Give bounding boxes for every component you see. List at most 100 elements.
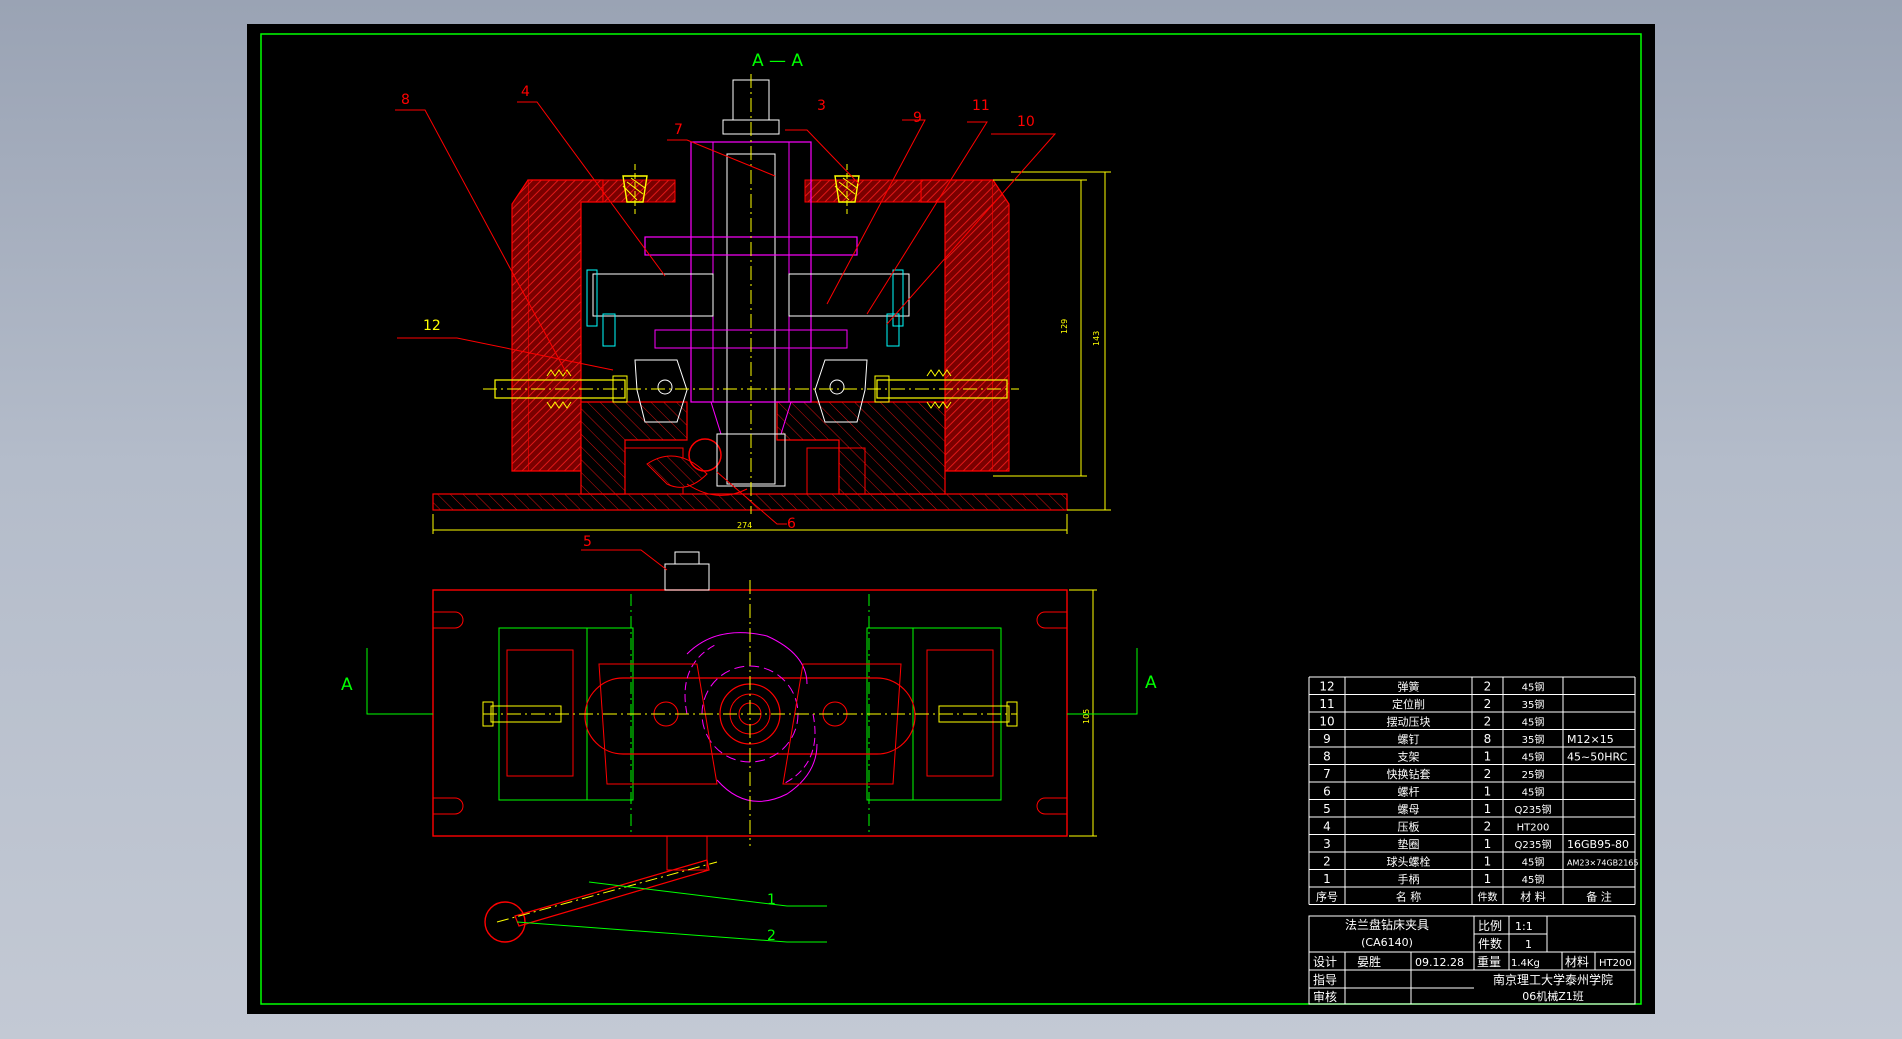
title-block: 法兰盘钻床夹具 (CA6140) 比例 1:1 件数 1 设计 晏胜 09.12… <box>1308 915 1636 1005</box>
school-name: 南京理工大学泰州学院 <box>1493 972 1613 987</box>
bom-row-qty: 2 <box>1484 680 1492 694</box>
balloon-5: 5 <box>583 534 592 550</box>
bom-row-remark: AM23×74GB2165 <box>1567 859 1638 868</box>
balloon-9: 9 <box>913 110 922 126</box>
guide-label: 指导 <box>1313 972 1337 987</box>
bom-row-material: 35钢 <box>1522 733 1545 746</box>
bom-row-name: 螺钉 <box>1398 733 1420 746</box>
bom-row-qty: 8 <box>1484 732 1492 746</box>
section-view: A — A 274 129 143 8 4 7 3 9 11 10 12 6 <box>395 51 1111 534</box>
balloon-2: 2 <box>767 928 776 944</box>
bom-row-no: 4 <box>1323 820 1331 834</box>
bom-row-material: Q235钢 <box>1515 803 1552 816</box>
count-label: 件数 <box>1478 936 1502 951</box>
bom-row-material: HT200 <box>1517 823 1550 834</box>
balloon-7: 7 <box>674 122 683 138</box>
bom-row-no: 7 <box>1323 767 1331 781</box>
bom-row-name: 定位削 <box>1392 697 1425 711</box>
bom-row-no: 12 <box>1319 680 1334 694</box>
bom-row-no: 8 <box>1323 750 1331 764</box>
section-title: A — A <box>752 51 803 71</box>
bom-row-material: 35钢 <box>1522 698 1545 711</box>
balloon-11: 11 <box>972 98 990 114</box>
bom-row-remark: M12×15 <box>1567 733 1614 746</box>
class-name: 06机械Z1班 <box>1522 989 1584 1003</box>
bom-row-qty: 2 <box>1484 767 1492 781</box>
bom-row-name: 螺母 <box>1398 803 1420 816</box>
bom-row-material: Q235钢 <box>1515 838 1552 851</box>
bom-row-no: 3 <box>1323 837 1331 851</box>
scale-value: 1:1 <box>1515 920 1533 933</box>
bom-row-name: 支架 <box>1398 751 1420 764</box>
bom-row-no: 10 <box>1319 715 1334 729</box>
balloon-10: 10 <box>1017 114 1035 130</box>
handle-assembly <box>484 835 718 943</box>
bom-row-no: 6 <box>1323 785 1331 799</box>
section-marker-left: A <box>341 675 353 695</box>
base-plate <box>432 493 1068 511</box>
bom-row-no: 11 <box>1319 697 1334 711</box>
bom-header-remark: 备 注 <box>1586 890 1612 904</box>
bom-row-material: 45钢 <box>1522 751 1545 764</box>
balloon-4: 4 <box>521 84 530 100</box>
count-value: 1 <box>1525 938 1532 951</box>
bom-header-material: 材 料 <box>1520 890 1546 904</box>
bom-row-remark: 45~50HRC <box>1567 751 1628 764</box>
drawing-sheet: A — A 274 129 143 8 4 7 3 9 11 10 12 6 5… <box>247 24 1655 1014</box>
bom-row-qty: 1 <box>1484 837 1492 851</box>
bom-row-no: 9 <box>1323 732 1331 746</box>
bom-row-name: 压板 <box>1398 820 1420 834</box>
bom-row-qty: 1 <box>1484 802 1492 816</box>
material-label: 材料 <box>1565 955 1589 969</box>
bom-header-qty: 件数 <box>1478 891 1498 904</box>
bom-row-name: 摆动压块 <box>1387 715 1431 729</box>
cad-drawing: A — A 274 129 143 8 4 7 3 9 11 10 12 6 5… <box>260 33 1642 1005</box>
bom-row-name: 弹簧 <box>1398 680 1420 694</box>
weight-label: 重量 <box>1477 955 1501 969</box>
bom-row-material: 45钢 <box>1522 716 1545 729</box>
bom-row-qty: 1 <box>1484 750 1492 764</box>
product-sub: (CA6140) <box>1361 936 1413 949</box>
balloon-1: 1 <box>767 892 776 908</box>
bom-row-qty: 1 <box>1484 855 1492 869</box>
dim-width: 274 <box>737 521 752 530</box>
balloon-6: 6 <box>787 516 796 532</box>
section-marker-right: A <box>1145 673 1157 693</box>
design-label: 设计 <box>1313 955 1337 969</box>
bom-row-name: 球头螺栓 <box>1387 855 1431 869</box>
bom-row-name: 快换钻套 <box>1387 767 1431 781</box>
dim-plan-height: 105 <box>1082 709 1091 724</box>
bom-row-name: 垫圈 <box>1398 837 1420 851</box>
bom-row-material: 45钢 <box>1522 873 1545 886</box>
balloon-12: 12 <box>423 318 441 334</box>
bom-row-name: 手柄 <box>1398 872 1420 886</box>
design-date: 09.12.28 <box>1415 956 1464 969</box>
bom-header-no: 序号 <box>1316 890 1338 904</box>
bom-row-name: 螺杆 <box>1398 785 1420 799</box>
bom-row-no: 5 <box>1323 802 1331 816</box>
bom-row-material: 25钢 <box>1522 768 1545 781</box>
bom-row-qty: 2 <box>1484 820 1492 834</box>
dim-height-outer: 143 <box>1092 331 1101 346</box>
bom-row-material: 45钢 <box>1522 786 1545 799</box>
bom-header-name: 名 称 <box>1396 890 1422 904</box>
designer-name: 晏胜 <box>1357 954 1381 969</box>
plan-view: 5 1 2 105 A A <box>341 534 1157 944</box>
material-value: HT200 <box>1599 958 1632 969</box>
bom-row-qty: 2 <box>1484 697 1492 711</box>
dim-height-inner: 129 <box>1060 319 1069 334</box>
weight-value: 1.4Kg <box>1511 958 1540 969</box>
bom-row-qty: 1 <box>1484 785 1492 799</box>
bom-row-qty: 1 <box>1484 872 1492 886</box>
bom-row-remark: 16GB95-80 <box>1567 838 1629 851</box>
bom-row-material: 45钢 <box>1522 856 1545 869</box>
bom-row-material: 45钢 <box>1522 681 1545 694</box>
review-label: 审核 <box>1313 989 1337 1004</box>
product-name: 法兰盘钻床夹具 <box>1345 917 1429 932</box>
scale-label: 比例 <box>1478 919 1502 933</box>
bill-of-materials: 12 弹簧 2 45钢11 定位削 2 35钢10 摆动压块 2 45钢9 螺钉 8 35钢 M12×15… <box>1308 676 1638 905</box>
balloon-3: 3 <box>817 98 826 114</box>
bom-row-qty: 2 <box>1484 715 1492 729</box>
balloon-8: 8 <box>401 92 410 108</box>
bom-row-no: 2 <box>1323 855 1331 869</box>
